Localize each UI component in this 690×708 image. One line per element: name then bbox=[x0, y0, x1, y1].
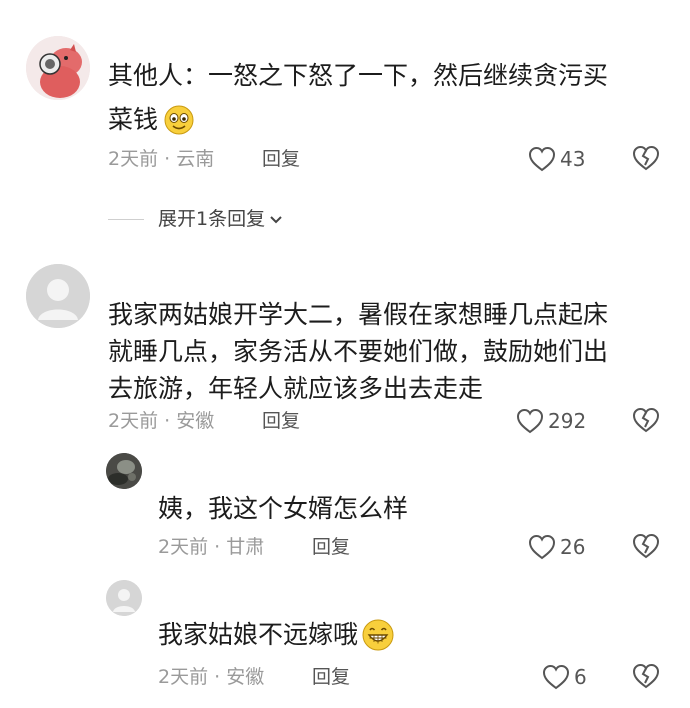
reply-2-dislike-button[interactable] bbox=[632, 662, 660, 690]
default-avatar-icon bbox=[106, 580, 142, 616]
broken-heart-icon bbox=[632, 407, 660, 433]
heart-icon bbox=[542, 664, 570, 690]
avatar-reply-2[interactable] bbox=[106, 580, 142, 616]
reply-1-like-count: 26 bbox=[560, 535, 586, 559]
comment-2-text: 我家两姑娘开学大二，暑假在家想睡几点起床 就睡几点，家务活从不要她们做，鼓励她们… bbox=[108, 298, 678, 406]
photo-avatar-icon bbox=[106, 453, 142, 489]
comment-2-like-button[interactable]: 292 bbox=[516, 408, 586, 434]
comment-2-line-3: 去旅游，年轻人就应该多出去走走 bbox=[108, 374, 484, 403]
default-avatar-icon bbox=[26, 264, 90, 328]
comment-1-line-1: 其他人：一怒之下怒了一下，然后继续贪污买 bbox=[108, 61, 609, 90]
reply-1-like-button[interactable]: 26 bbox=[528, 534, 585, 560]
comment-1-text: 其他人：一怒之下怒了一下，然后继续贪污买 菜钱 bbox=[108, 59, 668, 137]
cartoon-avatar-icon bbox=[26, 36, 90, 100]
reply-2-like-count: 6 bbox=[574, 665, 587, 689]
comment-1-reply-button[interactable]: 回复 bbox=[262, 147, 300, 171]
comment-1-like-count: 43 bbox=[560, 147, 586, 171]
avatar-comment-2[interactable] bbox=[26, 264, 90, 328]
grinning-face-icon bbox=[164, 105, 194, 135]
reply-1-meta: 2天前 · 甘肃 bbox=[158, 536, 265, 558]
reply-2-text-content: 我家姑娘不远嫁哦 bbox=[158, 620, 359, 649]
chevron-down-icon bbox=[270, 216, 282, 224]
reply-1-reply-button[interactable]: 回复 bbox=[312, 535, 350, 559]
avatar-reply-1[interactable] bbox=[106, 453, 142, 489]
avatar-comment-1[interactable] bbox=[26, 36, 90, 100]
expand-replies-label: 展开1条回复 bbox=[158, 208, 266, 230]
comment-2-line-1: 我家两姑娘开学大二，暑假在家想睡几点起床 bbox=[108, 300, 609, 329]
comment-1-meta: 2天前 · 云南 bbox=[108, 148, 215, 170]
reply-1-dislike-button[interactable] bbox=[632, 532, 660, 560]
comment-1-dislike-button[interactable] bbox=[632, 144, 660, 172]
comment-2-reply-button[interactable]: 回复 bbox=[262, 409, 300, 433]
reply-2-like-button[interactable]: 6 bbox=[542, 664, 587, 690]
expand-divider-line bbox=[108, 218, 144, 220]
comment-1-like-button[interactable]: 43 bbox=[528, 146, 585, 172]
broken-heart-icon bbox=[632, 145, 660, 171]
expand-replies-button[interactable]: 展开1条回复 bbox=[108, 207, 285, 231]
reply-1-text: 姨，我这个女婿怎么样 bbox=[158, 494, 409, 523]
broken-heart-icon bbox=[632, 533, 660, 559]
heart-icon bbox=[528, 534, 556, 560]
reply-2-reply-button[interactable]: 回复 bbox=[312, 665, 350, 689]
comment-1-line-2: 菜钱 bbox=[108, 105, 159, 134]
comment-2-meta: 2天前 · 安徽 bbox=[108, 410, 215, 432]
broken-heart-icon bbox=[632, 663, 660, 689]
comment-2-like-count: 292 bbox=[548, 409, 587, 433]
heart-icon bbox=[516, 408, 544, 434]
heart-icon bbox=[528, 146, 556, 172]
comment-2-dislike-button[interactable] bbox=[632, 406, 660, 434]
reply-2-meta: 2天前 · 安徽 bbox=[158, 666, 265, 688]
grin-face-icon bbox=[362, 619, 394, 651]
comment-2-line-2: 就睡几点，家务活从不要她们做，鼓励她们出 bbox=[108, 337, 609, 366]
reply-2-text: 我家姑娘不远嫁哦 bbox=[158, 618, 394, 652]
